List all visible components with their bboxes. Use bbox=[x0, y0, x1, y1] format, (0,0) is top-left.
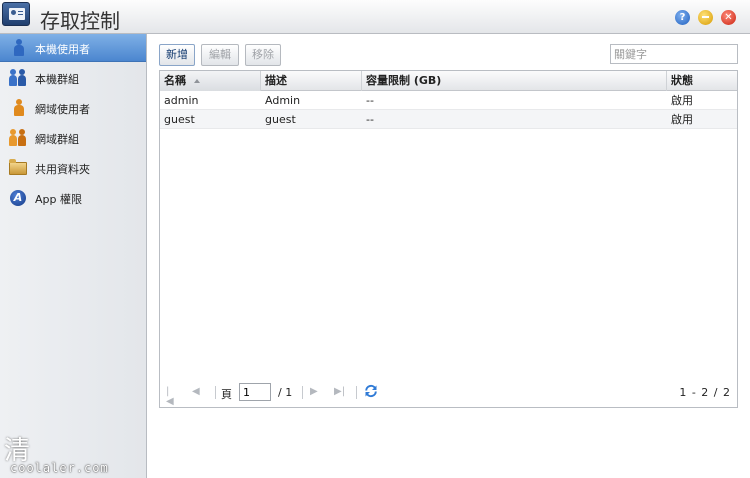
next-page-icon[interactable]: ▶ bbox=[310, 387, 320, 397]
pager-divider bbox=[356, 386, 357, 399]
add-button[interactable]: 新增 bbox=[159, 44, 195, 66]
sidebar-item-label: 網域群組 bbox=[35, 133, 79, 146]
help-button[interactable]: ? bbox=[675, 10, 690, 25]
sidebar-item-label: 網域使用者 bbox=[35, 103, 90, 116]
cell-status: 啟用 bbox=[671, 113, 693, 126]
sidebar-item-app-permissions[interactable]: A App 權限 bbox=[0, 184, 146, 212]
window-title: 存取控制 bbox=[40, 9, 120, 33]
edit-button[interactable]: 編輯 bbox=[201, 44, 239, 66]
minimize-icon bbox=[702, 16, 709, 18]
app-permission-icon: A bbox=[10, 190, 26, 206]
record-range: 1 - 2 / 2 bbox=[679, 386, 731, 399]
previous-page-icon[interactable]: ◀ bbox=[192, 387, 202, 397]
local-user-icon bbox=[9, 39, 27, 57]
access-control-app-icon bbox=[2, 2, 30, 26]
table-header: 名稱 描述 容量限制 (GB) 狀態 bbox=[160, 71, 737, 91]
page-label: 頁 bbox=[221, 388, 232, 401]
pager-divider bbox=[215, 386, 216, 399]
shared-folder-icon bbox=[9, 159, 27, 175]
sidebar-item-local-users[interactable]: 本機使用者 bbox=[0, 34, 146, 62]
remove-button[interactable]: 移除 bbox=[245, 44, 281, 66]
column-header-quota[interactable]: 容量限制 (GB) bbox=[362, 71, 667, 91]
sidebar-item-shared-folders[interactable]: 共用資料夾 bbox=[0, 154, 146, 182]
total-pages: / 1 bbox=[278, 386, 293, 399]
cell-name: guest bbox=[164, 113, 195, 126]
cell-name: admin bbox=[164, 94, 199, 107]
sidebar-item-label: 本機群組 bbox=[35, 73, 79, 86]
watermark: 清 coolaler.com bbox=[0, 430, 150, 478]
page-number-input[interactable] bbox=[239, 383, 271, 401]
close-button[interactable]: ✕ bbox=[721, 10, 736, 25]
column-header-description[interactable]: 描述 bbox=[261, 71, 362, 91]
cell-status: 啟用 bbox=[671, 94, 693, 107]
title-bar: 存取控制 ? ✕ bbox=[0, 0, 750, 34]
watermark-text: coolaler.com bbox=[10, 461, 109, 475]
domain-group-icon bbox=[9, 129, 27, 147]
cell-quota: -- bbox=[366, 113, 374, 126]
close-icon: ✕ bbox=[724, 12, 733, 23]
pagination-bar: |◀ ◀ 頁 / 1 ▶ ▶| 1 - 2 / 2 bbox=[160, 377, 737, 407]
sidebar-item-label: 本機使用者 bbox=[35, 43, 90, 56]
cell-quota: -- bbox=[366, 94, 374, 107]
minimize-button[interactable] bbox=[698, 10, 713, 25]
last-page-icon[interactable]: ▶| bbox=[334, 387, 345, 397]
first-page-icon[interactable]: |◀ bbox=[166, 387, 176, 407]
cell-description: guest bbox=[265, 113, 296, 126]
sidebar-item-domain-users[interactable]: 網域使用者 bbox=[0, 94, 146, 122]
sidebar-item-label: App 權限 bbox=[35, 193, 82, 206]
help-icon: ? bbox=[679, 12, 686, 23]
column-header-name[interactable]: 名稱 bbox=[160, 71, 261, 91]
user-table: 名稱 描述 容量限制 (GB) 狀態 admin Admin -- 啟用 gue… bbox=[159, 70, 738, 408]
sort-ascending-icon bbox=[194, 79, 200, 83]
cell-description: Admin bbox=[265, 94, 301, 107]
pager-divider bbox=[302, 386, 303, 399]
column-header-status[interactable]: 狀態 bbox=[667, 71, 737, 91]
refresh-icon[interactable] bbox=[364, 384, 378, 398]
keyword-search-input[interactable] bbox=[610, 44, 738, 64]
table-row[interactable]: admin Admin -- 啟用 bbox=[160, 91, 737, 110]
sidebar-item-label: 共用資料夾 bbox=[35, 163, 90, 176]
sidebar: 本機使用者 本機群組 網域使用者 網域群組 共用資料夾 A App 權限 bbox=[0, 34, 147, 478]
table-row[interactable]: guest guest -- 啟用 bbox=[160, 110, 737, 129]
local-group-icon bbox=[9, 69, 27, 87]
sidebar-item-local-groups[interactable]: 本機群組 bbox=[0, 64, 146, 92]
sidebar-item-domain-groups[interactable]: 網域群組 bbox=[0, 124, 146, 152]
main-panel: 新增 編輯 移除 名稱 描述 容量限制 (GB) 狀態 admin Admin … bbox=[147, 34, 750, 478]
domain-user-icon bbox=[9, 99, 27, 117]
